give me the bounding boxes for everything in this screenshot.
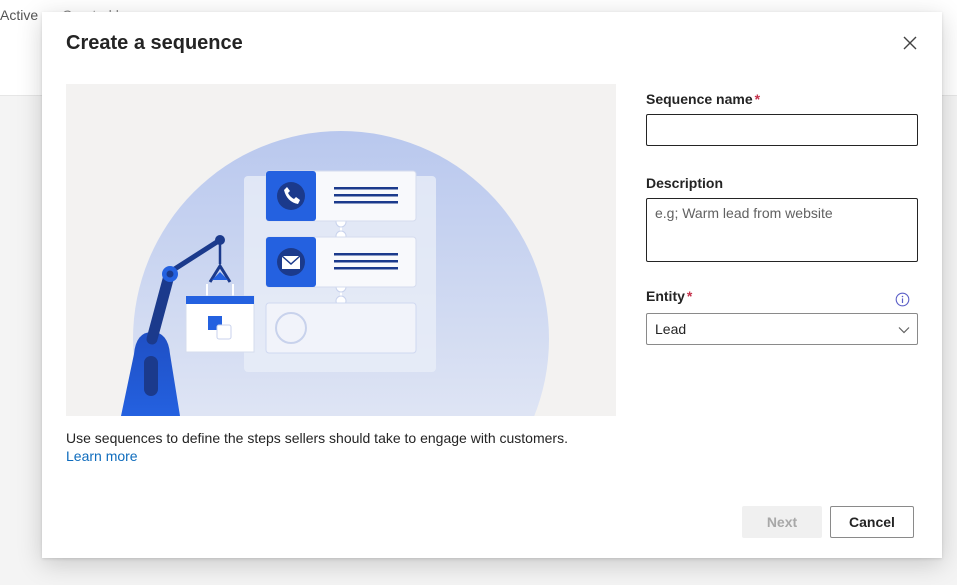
create-sequence-dialog: Create a sequence Use sequences to defin… <box>42 12 942 558</box>
entity-select-value: Lead <box>655 321 687 337</box>
sequence-name-input[interactable] <box>646 114 918 146</box>
required-mark: * <box>754 91 761 107</box>
next-button[interactable]: Next <box>742 506 822 538</box>
entity-select[interactable]: Lead <box>646 313 918 345</box>
close-icon <box>903 36 917 50</box>
info-icon <box>895 292 910 307</box>
entity-label-text: Entity <box>646 288 685 304</box>
illustration-held-box <box>185 295 255 353</box>
entity-label: Entity * <box>646 288 692 304</box>
chevron-down-icon <box>898 327 910 334</box>
description-input[interactable] <box>646 198 918 262</box>
illustration-card-email <box>265 236 417 288</box>
cancel-button[interactable]: Cancel <box>830 506 914 538</box>
info-text: Use sequences to define the steps seller… <box>66 430 568 446</box>
required-mark: * <box>686 288 693 304</box>
learn-more-link[interactable]: Learn more <box>66 448 138 464</box>
dialog-title: Create a sequence <box>66 32 243 54</box>
background-tab-active: Active <box>0 7 39 23</box>
description-label: Description <box>646 175 724 191</box>
illustration-card-empty <box>265 302 417 354</box>
sequence-name-label: Sequence name * <box>646 91 760 107</box>
close-button[interactable] <box>900 33 920 53</box>
entity-info-button[interactable] <box>895 292 910 307</box>
sequence-name-label-text: Sequence name <box>646 91 753 107</box>
sequence-illustration <box>66 84 616 416</box>
illustration-card-call <box>265 170 417 222</box>
